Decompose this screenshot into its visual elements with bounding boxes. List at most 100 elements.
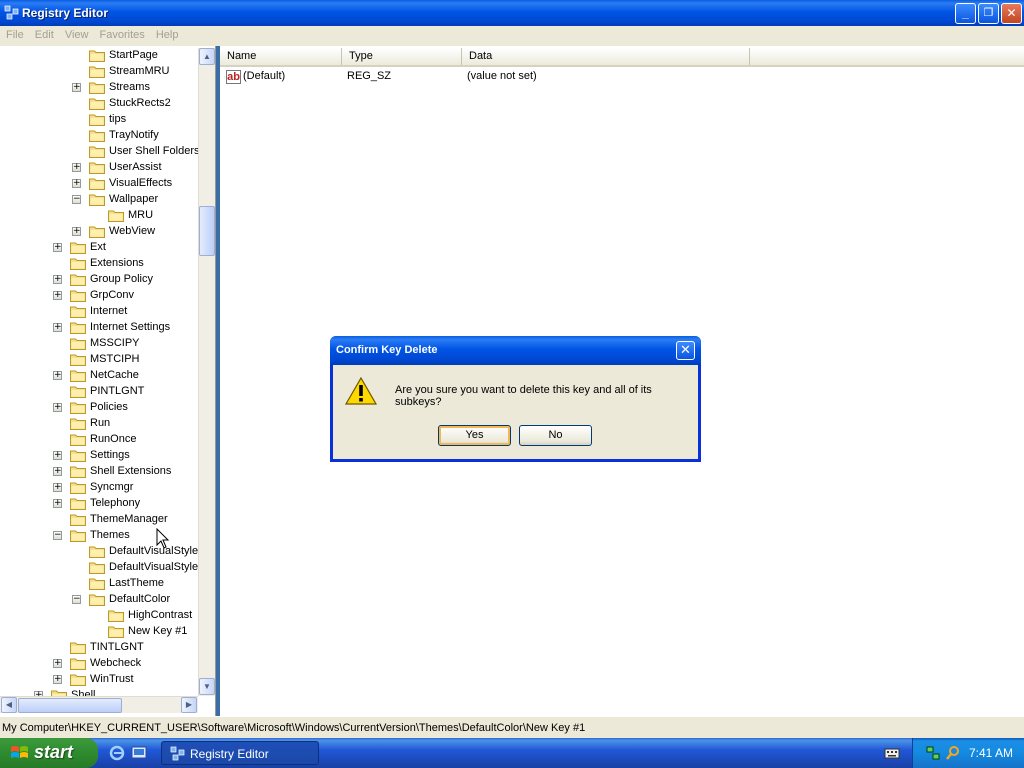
menu-view[interactable]: View [61,26,93,44]
expand-icon[interactable]: + [72,179,81,188]
folder-icon [70,673,86,686]
tree-item-label: Shell [71,689,96,696]
tree-item-label: DefaultVisualStyleOff [109,545,198,557]
network-icon[interactable] [925,745,941,761]
dialog-titlebar[interactable]: Confirm Key Delete ✕ [330,336,701,365]
expand-icon[interactable]: + [53,291,62,300]
tree-item-label: NetCache [90,369,139,381]
folder-icon [89,161,105,174]
list-header: Name Type Data [220,48,1024,67]
expand-icon[interactable]: + [72,163,81,172]
tree-item-label: Wallpaper [109,193,159,205]
mouse-cursor-icon [156,528,170,549]
status-path: My Computer\HKEY_CURRENT_USER\Software\M… [2,722,586,734]
folder-icon [89,545,105,558]
tree-item-label: Policies [90,401,128,413]
search-icon[interactable] [945,745,961,761]
tree-item-label: TrayNotify [109,129,159,141]
folder-icon [70,481,86,494]
registry-tree-pane[interactable]: StartPage StreamMRU + Streams StuckRects2 tip… [0,46,216,716]
expand-icon[interactable]: + [72,83,81,92]
close-button[interactable]: ✕ [1001,3,1022,24]
internet-explorer-icon[interactable] [108,744,126,762]
window-titlebar[interactable]: Registry Editor _ ❐ ✕ [0,0,1024,26]
folder-icon [89,97,105,110]
maximize-button[interactable]: ❐ [978,3,999,24]
show-desktop-icon[interactable] [130,744,148,762]
expand-icon[interactable]: + [72,227,81,236]
folder-icon [70,417,86,430]
collapse-icon[interactable]: − [72,195,81,204]
tree-item-label: LastTheme [109,577,165,589]
expand-icon[interactable]: + [53,675,62,684]
registry-tree[interactable]: StartPage StreamMRU + Streams StuckRects2 tip… [0,48,198,696]
collapse-icon[interactable]: − [53,531,62,540]
keyboard-icon[interactable] [884,747,900,759]
collapse-icon[interactable]: − [72,595,81,604]
expand-icon[interactable]: + [53,499,62,508]
warning-icon [345,376,377,405]
minimize-button[interactable]: _ [955,3,976,24]
column-header-name[interactable]: Name [220,48,342,65]
folder-icon [89,225,105,238]
yes-button[interactable]: Yes [438,425,511,446]
tree-item-label: HighContrast [128,609,193,621]
expand-icon[interactable]: + [53,403,62,412]
list-item[interactable]: ab (Default) REG_SZ (value not set) [220,68,820,86]
scroll-right-button[interactable]: ▶ [181,697,197,713]
start-label: start [34,742,74,762]
tree-item-label: DefaultVisualStyleOn [109,561,198,573]
taskbar-item-registry-editor[interactable]: Registry Editor [161,741,319,765]
column-header-data[interactable]: Data [462,48,750,65]
tree-item-label: MSSCIPY [90,337,140,349]
folder-icon [70,529,86,542]
menu-file[interactable]: File [0,26,28,44]
no-button[interactable]: No [519,425,592,446]
tree-item-label: Webcheck [90,657,142,669]
horizontal-scroll-thumb[interactable] [18,698,122,713]
folder-icon [89,193,105,206]
folder-icon [108,209,124,222]
tree-item-label: Streams [109,81,150,93]
dialog-close-button[interactable]: ✕ [676,341,695,360]
dialog-title: Confirm Key Delete [336,344,438,356]
expand-icon[interactable]: + [53,483,62,492]
menu-help[interactable]: Help [152,26,183,44]
registry-editor-icon [4,5,19,20]
folder-icon [70,657,86,670]
scroll-down-button[interactable]: ▼ [199,678,215,695]
menu-bar: File Edit View Favorites Help [0,26,1024,46]
system-tray: 7:41 AM [912,738,1024,768]
tree-vertical-scrollbar[interactable]: ▲ ▼ [198,48,215,696]
tree-item-label: StartPage [109,49,158,61]
tree-item-label: VisualEffects [109,177,173,189]
tree-item-label: Settings [90,449,130,461]
expand-icon[interactable]: + [53,467,62,476]
folder-icon [70,369,86,382]
expand-icon[interactable]: + [53,323,62,332]
folder-icon [70,273,86,286]
tree-item-label: MSTCIPH [90,353,140,365]
registry-editor-icon [170,746,185,761]
windows-flag-icon [11,746,28,758]
expand-icon[interactable]: + [53,659,62,668]
scroll-thumb[interactable] [199,206,215,256]
value-name: (Default) [243,70,286,82]
expand-icon[interactable]: + [53,243,62,252]
expand-icon[interactable]: + [53,275,62,284]
folder-icon [70,241,86,254]
tree-item-label: Extensions [90,257,144,269]
menu-favorites[interactable]: Favorites [96,26,149,44]
expand-icon[interactable]: + [53,371,62,380]
folder-icon [108,609,124,622]
tree-item-label: WebView [109,225,156,237]
start-button[interactable]: start [0,738,98,768]
menu-edit[interactable]: Edit [31,26,58,44]
folder-icon [89,177,105,190]
scroll-up-button[interactable]: ▲ [199,48,215,65]
scroll-left-button[interactable]: ◀ [1,697,17,713]
expand-icon[interactable]: + [53,451,62,460]
tree-horizontal-scrollbar[interactable]: ◀ ▶ [0,696,198,713]
column-header-type[interactable]: Type [342,48,462,65]
folder-icon [70,497,86,510]
